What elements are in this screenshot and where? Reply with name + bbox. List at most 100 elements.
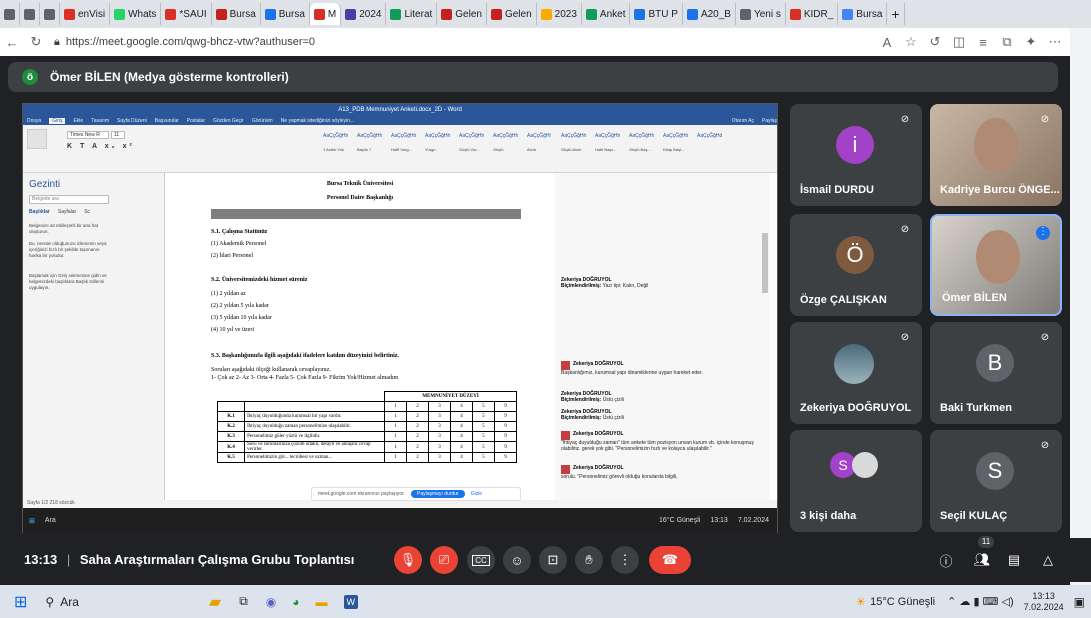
taskbar-search[interactable]: Ara — [60, 595, 79, 609]
file-explorer-icon[interactable]: ▬ — [316, 595, 328, 609]
browser-tab[interactable]: A20_B — [683, 3, 736, 25]
style-name[interactable]: 1 Aralık Yok — [323, 147, 353, 165]
word-menu-item[interactable]: Dosya — [27, 118, 41, 124]
stop-sharing-button[interactable]: Paylaşmayı durdur — [411, 490, 465, 498]
word-menu-item[interactable]: Postalar — [187, 118, 205, 124]
browser-tab[interactable]: Bursa — [838, 3, 888, 25]
browser-tab[interactable] — [20, 3, 40, 25]
raise-hand-button[interactable]: ✋︎ — [575, 546, 603, 574]
rating-cell[interactable]: 9 — [493, 452, 518, 463]
word-menu-item[interactable]: Başvurular — [155, 118, 179, 124]
participant-tile[interactable]: ⋮ Ömer BİLEN — [930, 214, 1062, 316]
rating-cell[interactable]: 1 — [384, 431, 408, 442]
style-name[interactable]: Başlık 7 — [357, 147, 387, 165]
style-gallery[interactable]: AaÇçĞğHh AaÇçĞğHh AaÇçĞğHh AaÇçĞğHh AaÇçĞğHh… — [323, 125, 733, 165]
browser-tab[interactable]: Whats — [110, 3, 162, 25]
word-menu-item[interactable]: Görünüm — [252, 118, 273, 124]
font-name-box[interactable]: Times New R — [67, 131, 109, 139]
word-menu-item[interactable]: Tasarım — [91, 118, 109, 124]
browser-tab[interactable]: BTU P — [630, 3, 683, 25]
rating-cell[interactable]: 1 — [384, 452, 408, 463]
rating-cell[interactable]: 1 — [384, 411, 408, 422]
rating-cell[interactable]: 9 — [493, 431, 518, 442]
mic-off-button[interactable]: 🎙︎ — [394, 546, 422, 574]
rating-cell[interactable]: 9 — [493, 441, 518, 453]
comment[interactable]: Zekeriya DOĞRUYOL "İhtiyaç duyulduğu zama… — [561, 431, 761, 452]
more-menu-icon[interactable]: ⋯ — [1043, 34, 1067, 50]
word-menu-item[interactable]: Giriş — [49, 117, 66, 124]
word-menu-item[interactable]: Ekle — [73, 118, 83, 124]
browser-tab[interactable]: *SAUI — [161, 3, 212, 25]
comment[interactable]: Zekeriya DOĞRUYOL Başkanlığımız, kurumsal… — [561, 361, 761, 376]
style-name[interactable]: Güçlü — [493, 147, 523, 165]
more-options-button[interactable]: ⋮ — [611, 546, 639, 574]
camera-off-button[interactable]: ⎚ — [430, 546, 458, 574]
refresh-extension-icon[interactable]: ↺ — [923, 34, 947, 50]
style-name[interactable]: Vurgu — [425, 147, 455, 165]
participant-tile[interactable]: Ö ⊘ Özge ÇALIŞKAN — [790, 214, 922, 316]
present-button[interactable]: ⊡ — [539, 546, 567, 574]
browser-tab[interactable]: Bursa — [212, 3, 261, 25]
rating-cell[interactable]: 5 — [471, 441, 495, 453]
read-aloud-icon[interactable]: A — [875, 35, 899, 50]
reload-icon[interactable]: ↻ — [24, 34, 48, 50]
comment[interactable]: Zekeriya DOĞRUYOL Biçimlendirilmiş: Üstü … — [561, 409, 761, 421]
rating-cell[interactable]: 4 — [449, 452, 473, 463]
browser-tab[interactable]: Bursa — [261, 3, 310, 25]
browser-tab[interactable] — [0, 3, 20, 25]
favorites-list-icon[interactable]: ≡ — [971, 35, 995, 50]
comment[interactable]: Zekeriya DOĞRUYOL sorulu. "Personelimiz g… — [561, 465, 761, 480]
rating-cell[interactable]: 9 — [493, 411, 518, 422]
rating-cell[interactable]: 5 — [471, 411, 495, 422]
nav-tab[interactable]: Başlıklar — [29, 209, 50, 215]
doc-scrollbar[interactable] — [762, 233, 768, 293]
participant-tile[interactable]: B ⊘ Baki Turkmen — [930, 322, 1062, 424]
participant-tile[interactable]: S3 kişi daha — [790, 430, 922, 532]
nav-search-input[interactable]: Belgede ara — [29, 195, 109, 204]
rating-cell[interactable]: 2 — [406, 421, 430, 432]
captions-button[interactable]: CC — [467, 546, 495, 574]
browser-tab[interactable]: Gelen — [487, 3, 537, 25]
word-menu-item[interactable]: Gözden Geçir — [213, 118, 244, 124]
browser-tab[interactable]: KIDR_ — [786, 3, 839, 25]
favorite-icon[interactable]: ☆ — [899, 34, 923, 50]
browser-tab[interactable]: 2024 — [341, 3, 387, 25]
style-name[interactable]: Güçlü Alıntı — [561, 147, 591, 165]
rating-cell[interactable]: 4 — [449, 411, 473, 422]
participant-tile[interactable]: S ⊘ Seçil KULAÇ — [930, 430, 1062, 532]
browser-tab[interactable]: enVisi — [60, 3, 111, 25]
rating-cell[interactable]: 2 — [406, 452, 430, 463]
split-screen-icon[interactable]: ◫ — [947, 34, 971, 50]
rating-cell[interactable]: 4 — [449, 441, 473, 453]
browser-tab[interactable]: Anket — [582, 3, 631, 25]
rating-cell[interactable]: 1 — [384, 441, 408, 453]
taskbar-weather[interactable]: 15°C Güneşli — [870, 596, 935, 608]
document-page[interactable]: Bursa Teknik Üniversitesi Personel Daire… — [165, 173, 555, 500]
rating-cell[interactable]: 2 — [406, 411, 430, 422]
rating-cell[interactable]: 3 — [428, 441, 451, 453]
style-name[interactable]: Hafif Başv... — [595, 147, 625, 165]
teams-icon[interactable]: ◉ — [266, 595, 276, 609]
font-size-box[interactable]: 11 — [111, 131, 125, 139]
new-tab-button[interactable]: + — [887, 3, 905, 25]
clock[interactable]: 13:13 7.02.2024 — [1024, 591, 1064, 613]
notification-icon[interactable]: ▣ — [1074, 595, 1085, 609]
font-format-buttons[interactable]: K T A x₂ x² — [67, 143, 187, 151]
participant-tile[interactable]: ⊘ Zekeriya DOĞRUYOL — [790, 322, 922, 424]
browser-tab[interactable]: Yeni s — [736, 3, 786, 25]
word-taskbar-icon[interactable]: W — [343, 594, 359, 609]
presentation-label[interactable]: Ömer BİLEN (Medya gösterme kontrolleri) — [50, 70, 289, 84]
browser-tab[interactable]: M — [309, 3, 342, 25]
url-text[interactable]: https://meet.google.com/qwg-bhcz-vtw?aut… — [66, 36, 315, 48]
style-name[interactable]: Kitap Başl... — [663, 147, 693, 165]
rating-cell[interactable]: 3 — [428, 452, 451, 463]
style-name[interactable]: Güçlü Baş... — [629, 147, 659, 165]
leave-call-button[interactable]: ☎︎ — [649, 546, 691, 574]
rating-cell[interactable]: 5 — [471, 421, 495, 432]
rating-cell[interactable]: 3 — [428, 411, 451, 422]
rating-cell[interactable]: 2 — [406, 441, 430, 453]
windows-start-icon[interactable]: ⊞ — [14, 592, 27, 612]
site-info-icon[interactable]: 🔒︎ — [54, 36, 60, 49]
chat-button[interactable]: ▤ — [1000, 546, 1028, 574]
rating-cell[interactable]: 5 — [471, 431, 495, 442]
